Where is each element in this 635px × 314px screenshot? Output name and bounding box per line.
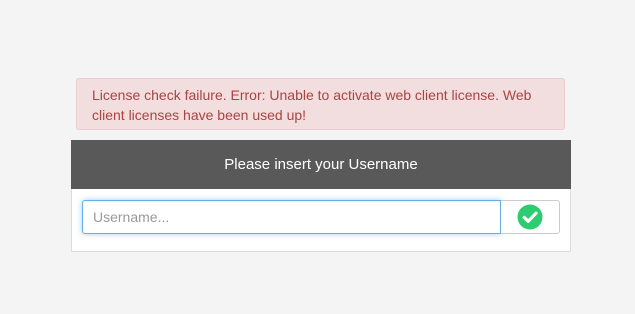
check-circle-icon bbox=[517, 204, 543, 230]
login-panel-header: Please insert your Username bbox=[71, 140, 571, 189]
username-input-group bbox=[82, 200, 560, 234]
username-input[interactable] bbox=[82, 200, 501, 234]
login-panel-body bbox=[72, 189, 570, 251]
login-panel: Please insert your Username bbox=[71, 140, 571, 252]
alert-message: License check failure. Error: Unable to … bbox=[92, 87, 532, 123]
login-title: Please insert your Username bbox=[224, 156, 418, 173]
license-error-alert: License check failure. Error: Unable to … bbox=[76, 78, 565, 130]
submit-button[interactable] bbox=[501, 200, 560, 234]
